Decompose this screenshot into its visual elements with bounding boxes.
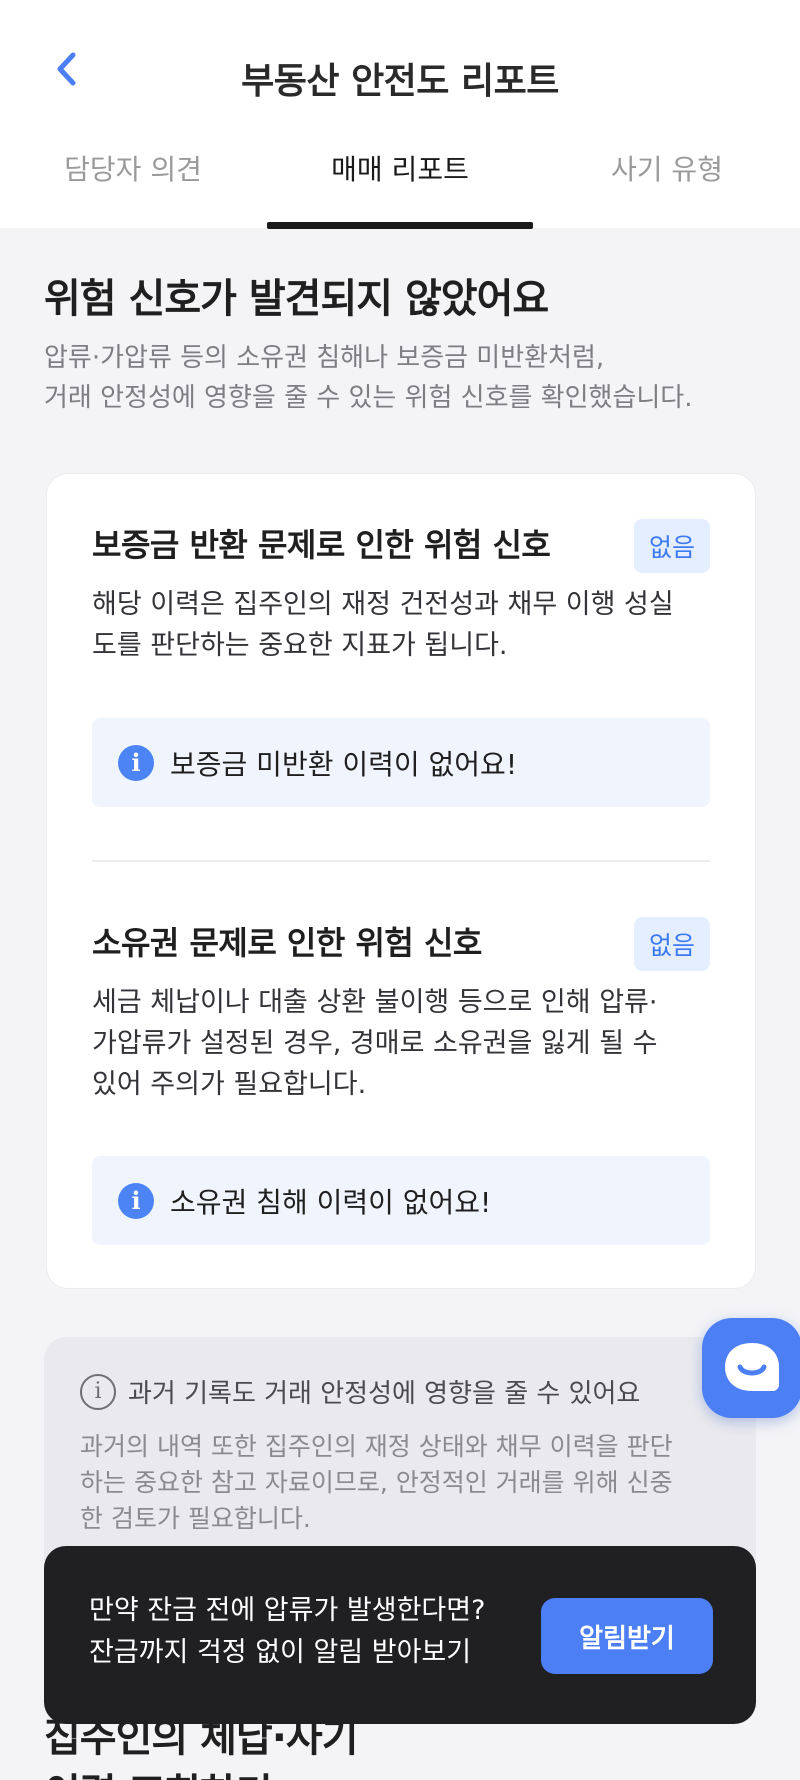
notification-banner: 만약 잔금 전에 압류가 발생한다면? 잔금까지 걱정 없이 알림 받아보기 알… xyxy=(44,1546,756,1724)
top-header: 부동산 안전도 리포트 담당자 의견 매매 리포트 사기 유형 xyxy=(0,0,800,229)
tab-sale-report[interactable]: 매매 리포트 xyxy=(267,148,533,228)
tab-fraud-types[interactable]: 사기 유형 xyxy=(534,148,800,228)
info-icon: i xyxy=(118,1182,154,1219)
chat-button[interactable] xyxy=(702,1318,800,1418)
tab-agent-opinion[interactable]: 담당자 의견 xyxy=(0,148,266,228)
risk-title-deposit: 보증금 반환 문제로 인한 위험 신호 xyxy=(92,526,551,564)
summary-heading: 위험 신호가 발견되지 않았어요 xyxy=(44,276,549,322)
history-description: 과거의 내역 또한 집주인의 재정 상태와 채무 이력을 판단 하는 중요한 참… xyxy=(80,1429,720,1537)
risk-desc-ownership: 세금 체납이나 대출 상환 불이행 등으로 인해 압류· 가압류가 설정된 경우… xyxy=(92,982,717,1105)
risk-desc-line: 해당 이력은 집주인의 재정 건전성과 채무 이행 성실 xyxy=(92,589,674,620)
risk-desc-line: 가압류가 설정된 경우, 경매로 소유권을 잃게 될 수 xyxy=(92,1028,658,1059)
history-desc-line: 과거의 내역 또한 집주인의 재정 상태와 채무 이력을 판단 xyxy=(80,1432,673,1461)
risk-desc-line: 있어 주의가 필요합니다. xyxy=(92,1069,367,1100)
info-outline-icon: i xyxy=(80,1373,116,1410)
risk-desc-deposit: 해당 이력은 집주인의 재정 건전성과 채무 이행 성실 도를 판단하는 중요한… xyxy=(92,584,717,666)
status-badge: 없음 xyxy=(634,917,710,971)
summary-desc-line: 압류·가압류 등의 소유권 침해나 보증금 미반환처럼, xyxy=(44,343,605,373)
info-box-deposit: i 보증금 미반환 이력이 없어요! xyxy=(92,718,710,807)
history-title: i 과거 기록도 거래 안정성에 영향을 줄 수 있어요 xyxy=(80,1373,640,1410)
subscribe-alert-button[interactable]: 알림받기 xyxy=(541,1598,713,1674)
history-desc-line: 하는 중요한 참고 자료이므로, 안정적인 거래를 위해 신중 xyxy=(80,1468,673,1497)
risk-card: 보증금 반환 문제로 인한 위험 신호 없음 해당 이력은 집주인의 재정 건전… xyxy=(46,473,756,1289)
banner-line: 만약 잔금 전에 압류가 발생한다면? xyxy=(89,1595,486,1626)
next-heading-line: 이력 조회하기 xyxy=(44,1766,358,1780)
banner-text: 만약 잔금 전에 압류가 발생한다면? 잔금까지 걱정 없이 알림 받아보기 xyxy=(89,1590,485,1674)
info-text: 소유권 침해 이력이 없어요! xyxy=(170,1185,492,1219)
risk-title-ownership: 소유권 문제로 인한 위험 신호 xyxy=(92,924,482,962)
banner-line: 잔금까지 걱정 없이 알림 받아보기 xyxy=(89,1637,472,1668)
info-icon: i xyxy=(118,744,154,781)
active-tab-indicator xyxy=(267,222,533,229)
status-badge: 없음 xyxy=(634,519,710,573)
info-text: 보증금 미반환 이력이 없어요! xyxy=(170,747,518,781)
chat-bubble-icon xyxy=(725,1343,779,1391)
risk-desc-line: 세금 체납이나 대출 상환 불이행 등으로 인해 압류· xyxy=(92,987,658,1018)
risk-desc-line: 도를 판단하는 중요한 지표가 됩니다. xyxy=(92,630,508,661)
history-title-text: 과거 기록도 거래 안정성에 영향을 줄 수 있어요 xyxy=(128,1379,641,1409)
info-box-ownership: i 소유권 침해 이력이 없어요! xyxy=(92,1156,710,1245)
summary-description: 압류·가압류 등의 소유권 침해나 보증금 미반환처럼, 거래 안정성에 영향을… xyxy=(44,338,764,418)
page-title: 부동산 안전도 리포트 xyxy=(241,61,559,102)
divider xyxy=(92,860,710,862)
tab-bar: 담당자 의견 매매 리포트 사기 유형 xyxy=(0,140,800,229)
history-desc-line: 한 검토가 필요합니다. xyxy=(80,1504,311,1533)
summary-desc-line: 거래 안정성에 영향을 줄 수 있는 위험 신호를 확인했습니다. xyxy=(44,383,693,413)
